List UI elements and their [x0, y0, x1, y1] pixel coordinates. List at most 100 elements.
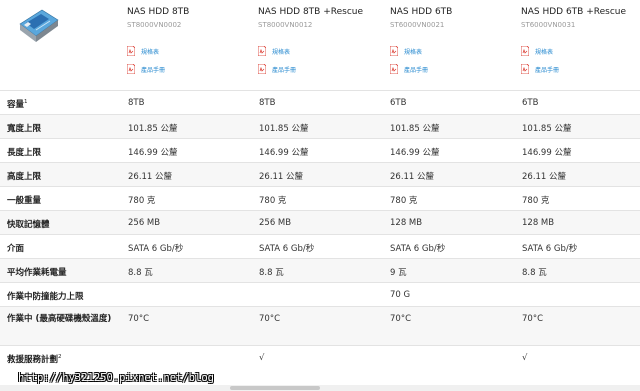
spec-value: 8.8 瓦: [522, 268, 547, 278]
spec-value: 6TB: [390, 98, 407, 108]
spec-row: 容量1 8TB 8TB 6TB 6TB: [0, 90, 640, 115]
spec-label-text: 容量: [7, 100, 25, 110]
spec-value: SATA 6 Gb/秒: [259, 244, 315, 254]
footnote-marker: 2: [58, 354, 62, 360]
pdf-icon: [521, 46, 529, 56]
spec-label: 高度上限: [7, 170, 41, 182]
spec-label-text: 長度上限: [7, 148, 42, 158]
spec-value: √: [522, 353, 528, 363]
datasheet-link[interactable]: 規格表: [521, 46, 581, 58]
spec-value: 256 MB: [128, 218, 161, 228]
spec-value: 128 MB: [522, 218, 555, 228]
spec-value: 70°C: [522, 314, 544, 324]
spec-label-text: 作業中 (最高硬碟機殼溫度): [7, 314, 112, 324]
spec-label: 作業中防撞能力上限: [7, 290, 84, 302]
spec-value: 780 克: [390, 196, 418, 206]
product-name: NAS HDD 8TB +Rescue: [258, 7, 364, 17]
spec-row: 寬度上限 101.85 公釐 101.85 公釐 101.85 公釐 101.85 公釐: [0, 114, 640, 139]
footnote-marker: 1: [24, 99, 28, 105]
spec-label: 救援服務計劃2: [7, 353, 62, 365]
spec-value: 26.11 公釐: [522, 172, 567, 182]
product-model: ST6000VN0031: [521, 21, 576, 29]
spec-label: 長度上限: [7, 146, 41, 158]
datasheet-label: 規格表: [535, 49, 554, 56]
spec-value: 9 瓦: [390, 268, 407, 278]
spec-value: 101.85 公釐: [390, 124, 440, 134]
manual-link[interactable]: 產品手冊: [390, 64, 450, 76]
manual-label: 產品手冊: [141, 67, 166, 74]
scrollbar-thumb[interactable]: [230, 386, 320, 390]
spec-row: 作業中 (最高硬碟機殼溫度) 70°C 70°C 70°C 70°C: [0, 306, 640, 346]
product-name: NAS HDD 6TB: [390, 7, 453, 17]
manual-link[interactable]: 產品手冊: [521, 64, 581, 76]
product-name: NAS HDD 8TB: [127, 7, 190, 17]
spec-value: 146.99 公釐: [259, 148, 309, 158]
manual-label: 產品手冊: [535, 67, 560, 74]
spec-label-text: 快取記憶體: [7, 220, 50, 230]
spec-row: 一般重量 780 克 780 克 780 克 780 克: [0, 186, 640, 211]
spec-row: 作業中防撞能力上限 70 G: [0, 282, 640, 307]
spec-label: 平均作業耗電量: [7, 266, 67, 278]
spec-label: 介面: [7, 242, 24, 254]
manual-label: 產品手冊: [404, 67, 429, 74]
spec-row: 介面 SATA 6 Gb/秒 SATA 6 Gb/秒 SATA 6 Gb/秒 SATA …: [0, 234, 640, 259]
spec-value: 26.11 公釐: [390, 172, 435, 182]
spec-label: 寬度上限: [7, 122, 41, 134]
spec-value: 780 克: [522, 196, 550, 206]
datasheet-link[interactable]: 規格表: [390, 46, 450, 58]
pdf-icon: [521, 64, 529, 74]
manual-link[interactable]: 產品手冊: [127, 64, 187, 76]
datasheet-link[interactable]: 規格表: [127, 46, 187, 58]
product-name: NAS HDD 6TB +Rescue: [521, 7, 627, 17]
spec-value: 26.11 公釐: [128, 172, 173, 182]
datasheet-label: 規格表: [404, 49, 423, 56]
spec-value: 146.99 公釐: [390, 148, 440, 158]
spec-value: 101.85 公釐: [522, 124, 572, 134]
product-model: ST8000VN0012: [258, 21, 313, 29]
spec-row: 高度上限 26.11 公釐 26.11 公釐 26.11 公釐 26.11 公釐: [0, 162, 640, 187]
spec-label-text: 作業中防撞能力上限: [7, 292, 84, 302]
spec-value: 70 G: [390, 290, 411, 300]
datasheet-link[interactable]: 規格表: [258, 46, 318, 58]
spec-value: 8TB: [259, 98, 276, 108]
spec-value: 8TB: [128, 98, 145, 108]
spec-value: 146.99 公釐: [522, 148, 572, 158]
spec-value: SATA 6 Gb/秒: [390, 244, 446, 254]
product-model: ST8000VN0002: [127, 21, 182, 29]
spec-label-text: 救援服務計劃: [7, 355, 59, 365]
spec-value: SATA 6 Gb/秒: [128, 244, 184, 254]
datasheet-label: 規格表: [141, 49, 160, 56]
pdf-icon: [258, 46, 266, 56]
spec-row: 救援服務計劃2 √ √: [0, 345, 640, 371]
spec-label: 容量1: [7, 98, 28, 110]
spec-value: 128 MB: [390, 218, 423, 228]
spec-value: 70°C: [390, 314, 412, 324]
datasheet-label: 規格表: [272, 49, 291, 56]
manual-label: 產品手冊: [272, 67, 297, 74]
spec-label-text: 一般重量: [7, 196, 42, 206]
spec-value: 26.11 公釐: [259, 172, 304, 182]
spec-row: 長度上限 146.99 公釐 146.99 公釐 146.99 公釐 146.99 公釐: [0, 138, 640, 163]
spec-row: 快取記憶體 256 MB 256 MB 128 MB 128 MB: [0, 210, 640, 235]
pdf-icon: [127, 46, 135, 56]
spec-value: 8.8 瓦: [128, 268, 153, 278]
spec-value: 256 MB: [259, 218, 292, 228]
spec-value: 780 克: [128, 196, 156, 206]
horizontal-scrollbar[interactable]: [0, 385, 640, 391]
spec-value: 8.8 瓦: [259, 268, 284, 278]
spec-value: 6TB: [522, 98, 539, 108]
pdf-icon: [390, 46, 398, 56]
spec-label-text: 介面: [7, 244, 25, 254]
spec-label: 作業中 (最高硬碟機殼溫度): [7, 313, 117, 326]
spec-label: 一般重量: [7, 194, 41, 206]
spec-value: 780 克: [259, 196, 287, 206]
pdf-icon: [258, 64, 266, 74]
product-header: NAS HDD 8TB ST8000VN0002 規格表 產品手冊 NAS HD…: [0, 0, 640, 90]
spec-label-text: 寬度上限: [7, 124, 42, 134]
spec-value: 101.85 公釐: [259, 124, 309, 134]
blog-watermark: http://hy321250.pixnet.net/blog: [18, 372, 214, 384]
manual-link[interactable]: 產品手冊: [258, 64, 318, 76]
spec-row: 平均作業耗電量 8.8 瓦 8.8 瓦 9 瓦 8.8 瓦: [0, 258, 640, 283]
spec-value: √: [259, 353, 265, 363]
product-model: ST6000VN0021: [390, 21, 445, 29]
